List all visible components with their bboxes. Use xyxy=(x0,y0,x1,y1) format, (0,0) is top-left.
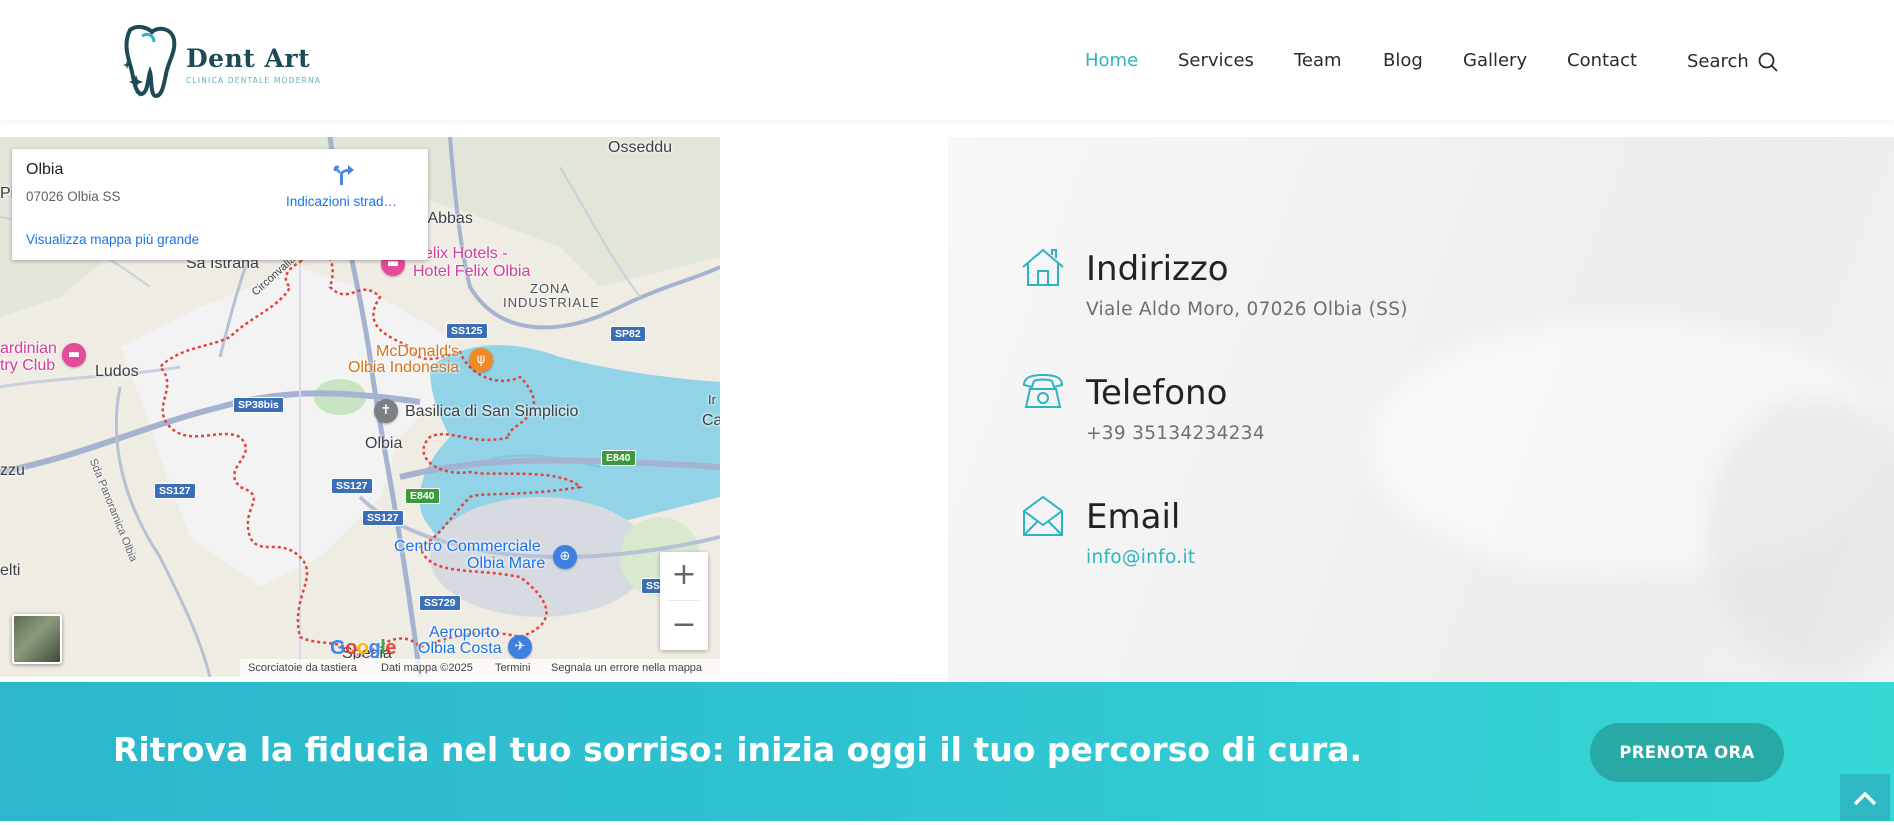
shopping-poi-icon[interactable]: ⊕ xyxy=(553,545,577,569)
map-data-label: Dati mappa ©2025 xyxy=(381,662,473,674)
map-label-ludos: Ludos xyxy=(95,363,139,380)
hotel-poi-icon[interactable]: ▬ xyxy=(62,343,86,367)
map-label-basilica: Basilica di San Simplicio xyxy=(405,403,579,420)
logo-title: Dent Art xyxy=(186,44,311,73)
church-poi-icon[interactable]: ✝ xyxy=(374,399,398,423)
house-icon xyxy=(1022,248,1064,286)
contact-panel: Indirizzo Viale Aldo Moro, 07026 Olbia (… xyxy=(948,137,1894,682)
road-shield-sp38bis: SP38bis xyxy=(233,397,284,413)
keyboard-shortcuts-link[interactable]: Scorciatoie da tastiera xyxy=(248,662,357,674)
zoom-out-button[interactable]: − xyxy=(660,602,708,650)
road-shield-ss125: SS125 xyxy=(446,323,488,339)
address-value: Viale Aldo Moro, 07026 Olbia (SS) xyxy=(1086,299,1408,320)
map-card-address: 07026 Olbia SS xyxy=(26,189,121,204)
map-label-mcdonalds-2: Olbia Indonesia xyxy=(348,359,460,376)
search-icon[interactable] xyxy=(1757,51,1779,73)
tooth-logo-icon xyxy=(123,24,177,99)
logo-subtitle: CLINICA DENTALE MODERNA xyxy=(186,76,322,85)
map-label-felix-2: Hotel Felix Olbia xyxy=(413,263,531,280)
road-shield-ss127-c: SS127 xyxy=(362,510,404,526)
road-shield-ss127-a: SS127 xyxy=(154,483,196,499)
map-label-olbia: Olbia xyxy=(365,435,403,452)
cta-banner: Ritrova la fiducia nel tuo sorriso: iniz… xyxy=(0,682,1894,821)
airport-poi-icon[interactable]: ✈ xyxy=(508,635,532,659)
map-label-felix: elix Hotels - xyxy=(424,245,508,262)
book-now-button[interactable]: PRENOTA ORA xyxy=(1590,723,1784,782)
report-error-link[interactable]: Segnala un errore nella mappa xyxy=(551,662,702,674)
map-attribution-bar: Scorciatoie da tastiera Dati mappa ©2025… xyxy=(240,659,720,677)
view-larger-map-link[interactable]: Visualizza mappa più grande xyxy=(26,232,199,247)
site-header: Dent Art CLINICA DENTALE MODERNA Home Se… xyxy=(0,0,1894,120)
banner-headline: Ritrova la fiducia nel tuo sorriso: iniz… xyxy=(113,730,1363,769)
nav-home[interactable]: Home xyxy=(1085,50,1138,71)
nav-contact[interactable]: Contact xyxy=(1567,50,1637,71)
nav-services[interactable]: Services xyxy=(1178,50,1254,71)
satellite-toggle-button[interactable] xyxy=(12,614,62,664)
directions-link[interactable]: Indicazioni strad… xyxy=(286,194,397,209)
road-shield-ss127-b: SS127 xyxy=(331,478,373,494)
google-map[interactable]: Osseddu u Abbas Sa Istrana Circonvallazi… xyxy=(0,137,720,677)
map-label-industriale: INDUSTRIALE xyxy=(503,295,600,310)
envelope-icon xyxy=(1023,495,1063,536)
terms-link[interactable]: Termini xyxy=(495,662,530,674)
email-title: Email xyxy=(1086,497,1181,537)
scroll-to-top-button[interactable] xyxy=(1840,774,1890,821)
phone-icon xyxy=(1022,373,1064,408)
map-label-osseddu: Osseddu xyxy=(608,139,673,156)
map-label-centro-2: Olbia Mare xyxy=(467,555,546,572)
road-shield-ss729: SS729 xyxy=(419,595,461,611)
map-label-try-club: try Club xyxy=(0,357,56,374)
email-link[interactable]: info@info.it xyxy=(1086,547,1195,568)
map-label-zzu: zzu xyxy=(0,462,25,479)
search-label[interactable]: Search xyxy=(1687,51,1749,72)
map-card-title: Olbia xyxy=(26,161,64,178)
directions-icon[interactable] xyxy=(332,161,358,187)
logo[interactable]: Dent Art CLINICA DENTALE MODERNA xyxy=(120,22,330,100)
road-shield-sp82: SP82 xyxy=(610,326,646,342)
nav-gallery[interactable]: Gallery xyxy=(1463,50,1527,71)
map-info-card: Olbia 07026 Olbia SS Visualizza mappa pi… xyxy=(12,149,428,260)
map-zoom-controls: + − xyxy=(660,552,708,650)
phone-value[interactable]: +39 35134234234 xyxy=(1086,423,1265,444)
map-label-ca: Ca xyxy=(702,412,720,429)
map-label-sardinian: ardinian xyxy=(0,340,57,357)
map-label-ir: Ir xyxy=(708,392,716,407)
map-label-aeroporto-2: Olbia Costa xyxy=(418,640,502,657)
zoom-divider xyxy=(668,600,700,601)
phone-title: Telefono xyxy=(1086,373,1228,413)
restaurant-poi-icon[interactable]: ψ xyxy=(469,348,493,372)
address-title: Indirizzo xyxy=(1086,249,1229,289)
nav-blog[interactable]: Blog xyxy=(1383,50,1423,71)
chevron-up-icon xyxy=(1853,791,1877,806)
map-label-elti: elti xyxy=(0,562,21,579)
map-label-centro: Centro Commerciale xyxy=(394,538,541,555)
road-shield-e840-a: E840 xyxy=(405,488,440,504)
road-shield-e840-b: E840 xyxy=(601,450,636,466)
zoom-in-button[interactable]: + xyxy=(660,552,708,600)
map-label-zona: ZONA xyxy=(530,281,571,296)
nav-team[interactable]: Team xyxy=(1294,50,1342,71)
google-logo: Google xyxy=(330,637,396,659)
